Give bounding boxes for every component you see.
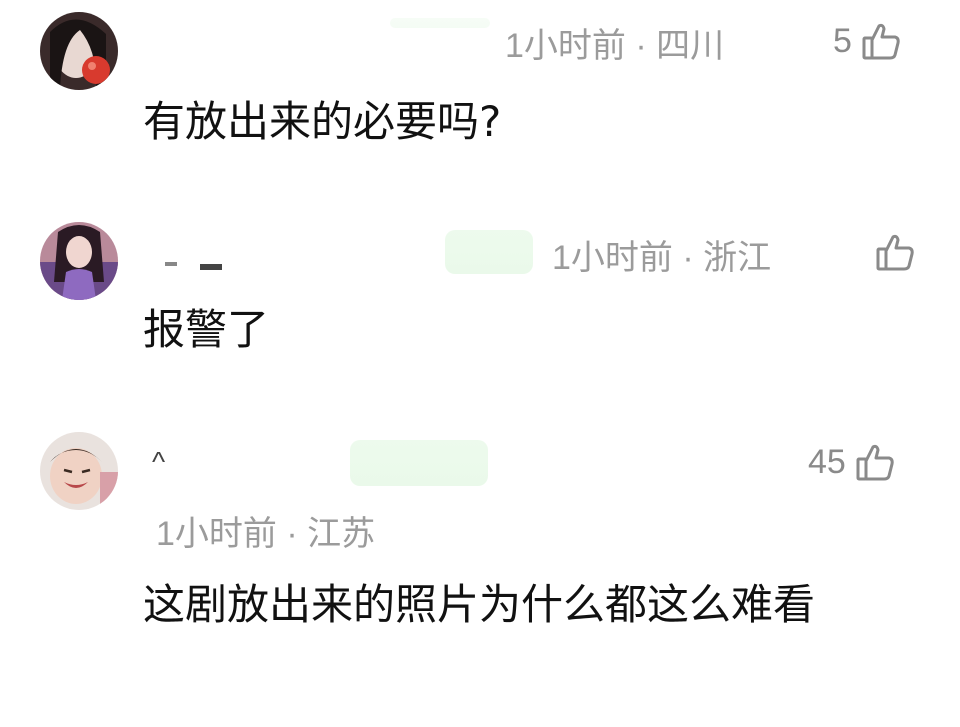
like-button[interactable]: 45: [808, 440, 896, 484]
like-count: 45: [808, 443, 846, 481]
comment-text: 这剧放出来的照片为什么都这么难看: [143, 580, 816, 629]
comment-meta: 1小时前 · 江苏: [156, 515, 376, 553]
avatar[interactable]: [40, 432, 118, 510]
redacted-username: [350, 440, 488, 486]
username-fragment: ^: [152, 446, 166, 477]
comment-item: ^ 45 1小时前 · 江苏 这剧放出来的照片为什么都这么难看: [0, 0, 960, 727]
thumbs-up-icon: [856, 444, 894, 481]
